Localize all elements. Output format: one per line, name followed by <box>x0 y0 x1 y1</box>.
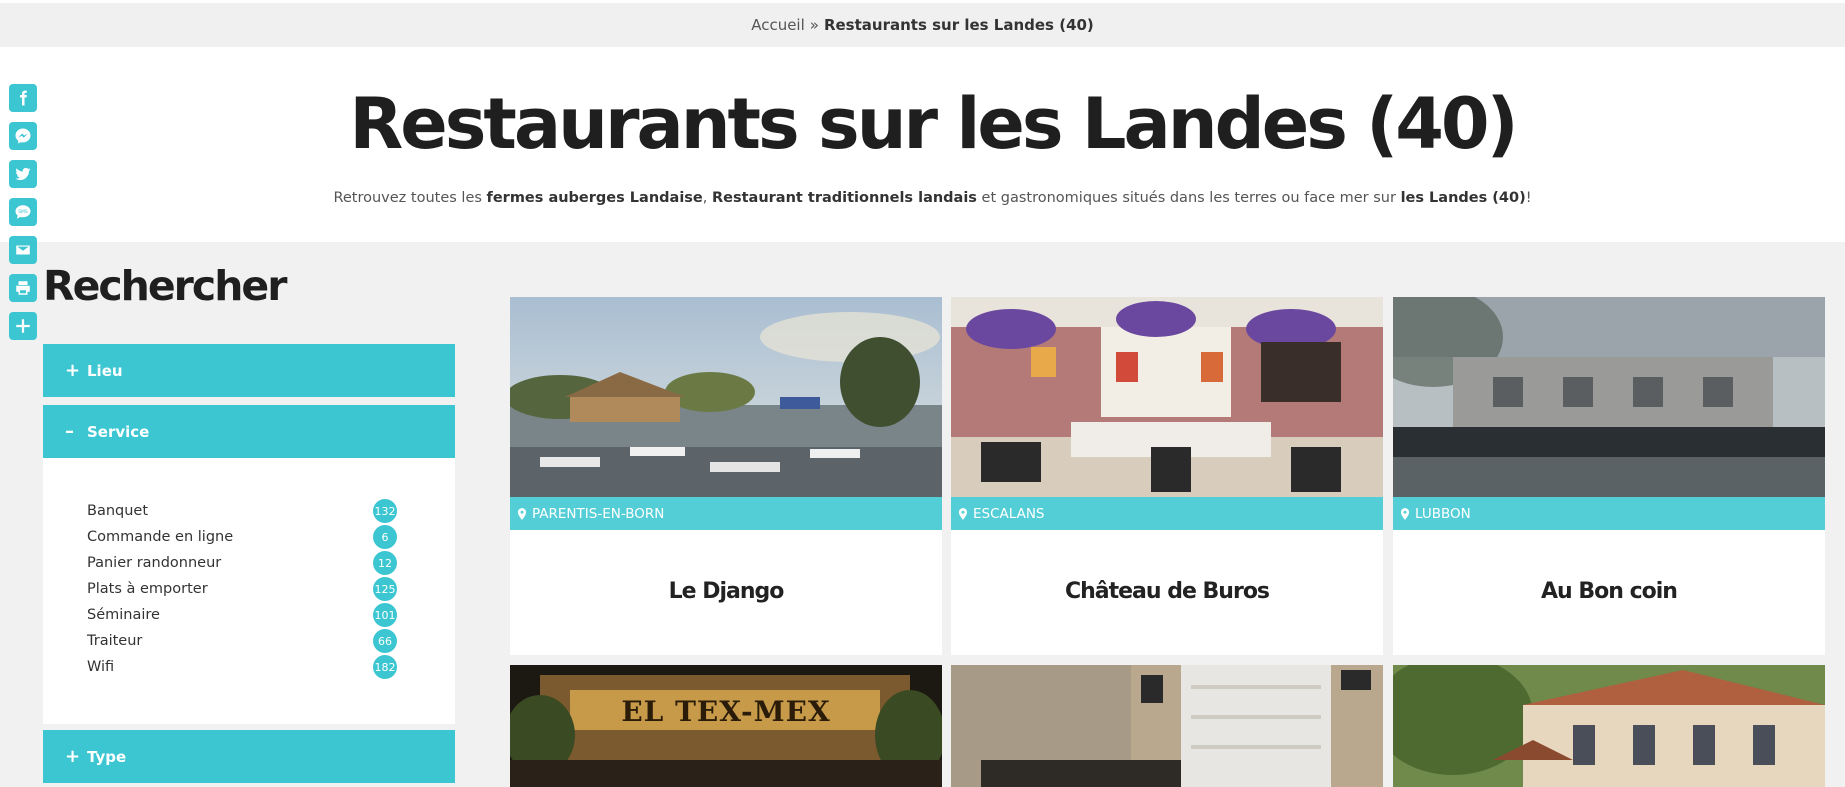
restaurant-location: ESCALANS <box>951 497 1383 530</box>
expand-icon: + <box>65 746 81 767</box>
intro-text: Retrouvez toutes les <box>333 190 487 206</box>
intro-bold: Restaurant traditionnels landais <box>711 190 977 206</box>
intro-bold: les Landes (40) <box>1400 190 1526 206</box>
intro-text: , <box>702 190 712 206</box>
share-bar: SMS <box>9 84 37 350</box>
restaurant-location: LUBBON <box>1393 497 1825 530</box>
service-option[interactable]: Panier randonneur 12 <box>87 550 397 576</box>
map-pin-icon <box>515 507 529 521</box>
messenger-share-button[interactable] <box>9 122 37 150</box>
service-count-badge: 12 <box>373 551 397 575</box>
service-count-badge: 182 <box>373 655 397 679</box>
restaurant-photo[interactable] <box>951 665 1383 787</box>
restaurant-card[interactable]: ESCALANS Château de Buros <box>951 297 1383 655</box>
twitter-icon <box>15 167 31 181</box>
page-title: Restaurants sur les Landes (40) <box>349 83 1518 165</box>
restaurant-location: PARENTIS-EN-BORN <box>510 497 942 530</box>
villa-photo <box>1393 665 1825 787</box>
filter-label: Lieu <box>87 361 123 380</box>
service-option[interactable]: Séminaire 101 <box>87 602 397 628</box>
restaurant-card[interactable] <box>951 665 1383 787</box>
restaurant-photo[interactable] <box>510 297 942 497</box>
service-option[interactable]: Commande en ligne 6 <box>87 524 397 550</box>
service-filter-list: Banquet 132 Commande en ligne 6 Panier r… <box>43 458 455 724</box>
collapse-icon: – <box>65 421 74 442</box>
restaurant-photo[interactable] <box>1393 665 1825 787</box>
restaurant-card[interactable] <box>1393 665 1825 787</box>
breadcrumb: Accueil » Restaurants sur les Landes (40… <box>0 0 1845 47</box>
service-label: Commande en ligne <box>87 529 234 545</box>
service-option[interactable]: Plats à emporter 125 <box>87 576 397 602</box>
restaurant-card[interactable]: PARENTIS-EN-BORN Le Django <box>510 297 942 655</box>
dining-room-photo <box>951 297 1383 497</box>
tex-mex-sign: EL TEX-MEX <box>621 695 831 728</box>
restaurant-name[interactable]: Château de Buros <box>951 530 1383 652</box>
storefront-photo <box>1393 297 1825 497</box>
filter-type-toggle[interactable]: + Type <box>43 730 455 783</box>
service-label: Séminaire <box>87 607 160 623</box>
print-share-button[interactable] <box>9 274 37 302</box>
svg-text:SMS: SMS <box>18 209 28 215</box>
email-icon <box>16 245 30 255</box>
email-share-button[interactable] <box>9 236 37 264</box>
restaurant-photo[interactable] <box>1393 297 1825 497</box>
intro-text: et gastronomiques situés dans les terres… <box>976 190 1401 206</box>
service-label: Plats à emporter <box>87 581 208 597</box>
restaurant-name[interactable]: Le Django <box>510 530 942 652</box>
restaurant-name[interactable]: Au Bon coin <box>1393 530 1825 652</box>
page-intro: Retrouvez toutes les fermes auberges Lan… <box>0 190 1845 206</box>
service-label: Banquet <box>87 503 149 519</box>
service-count-badge: 66 <box>373 629 397 653</box>
service-count-badge: 132 <box>373 499 397 523</box>
service-option[interactable]: Wifi 182 <box>87 654 397 680</box>
restaurant-photo[interactable] <box>951 297 1383 497</box>
breadcrumb-current: Restaurants sur les Landes (40) <box>823 16 1094 34</box>
intro-text: ! <box>1525 190 1532 206</box>
sms-share-button[interactable]: SMS <box>9 198 37 226</box>
facebook-icon <box>20 90 27 106</box>
marina-photo <box>510 297 942 497</box>
service-label: Panier randonneur <box>87 555 222 571</box>
page-header: Restaurants sur les Landes (40) Retrouve… <box>0 47 1845 242</box>
search-title: Rechercher <box>43 262 287 310</box>
facebook-share-button[interactable] <box>9 84 37 112</box>
restaurant-card[interactable]: EL TEX-MEX <box>510 665 942 787</box>
map-pin-icon <box>956 507 970 521</box>
breadcrumb-home-link[interactable]: Accueil <box>751 16 805 34</box>
location-label: ESCALANS <box>973 505 1045 522</box>
intro-bold: fermes auberges Landaise <box>486 190 703 206</box>
service-count-badge: 6 <box>373 525 397 549</box>
filter-label: Type <box>87 747 127 766</box>
stone-interior-photo <box>951 665 1383 787</box>
sms-icon: SMS <box>15 205 31 219</box>
filter-lieu-toggle[interactable]: + Lieu <box>43 344 455 397</box>
expand-icon: + <box>65 360 81 381</box>
service-label: Wifi <box>87 659 115 675</box>
filter-label: Service <box>87 422 150 441</box>
map-pin-icon <box>1398 507 1412 521</box>
breadcrumb-separator: » <box>809 16 819 34</box>
add-icon <box>16 319 30 333</box>
messenger-icon <box>15 128 31 144</box>
service-label: Traiteur <box>87 633 143 649</box>
service-option[interactable]: Banquet 132 <box>87 498 397 524</box>
print-icon <box>16 281 30 295</box>
restaurant-card[interactable]: LUBBON Au Bon coin <box>1393 297 1825 655</box>
service-count-badge: 101 <box>373 603 397 627</box>
add-share-button[interactable] <box>9 312 37 340</box>
service-count-badge: 125 <box>373 577 397 601</box>
location-label: PARENTIS-EN-BORN <box>532 505 665 522</box>
location-label: LUBBON <box>1415 505 1471 522</box>
twitter-share-button[interactable] <box>9 160 37 188</box>
filter-service-toggle[interactable]: – Service <box>43 405 455 458</box>
service-option[interactable]: Traiteur 66 <box>87 628 397 654</box>
